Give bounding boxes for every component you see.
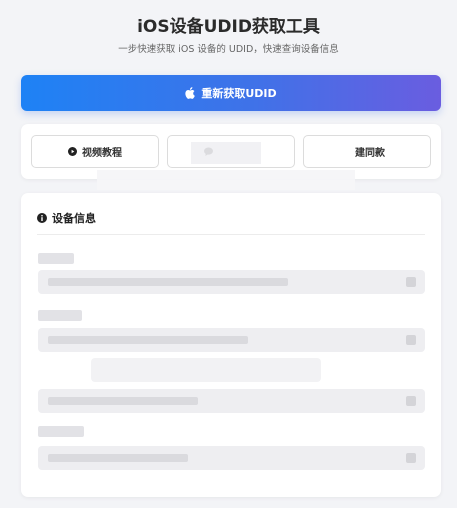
- field-value[interactable]: [38, 328, 425, 352]
- video-tutorial-button[interactable]: 视频教程: [31, 135, 159, 168]
- copy-icon[interactable]: [406, 396, 416, 406]
- field-value[interactable]: [38, 389, 425, 413]
- blur-overlay: [97, 170, 355, 190]
- field-label: [38, 253, 74, 264]
- device-info-heading: 设备信息: [37, 210, 96, 226]
- field-value: [91, 358, 321, 382]
- copy-icon[interactable]: [406, 453, 416, 463]
- play-circle-icon: [68, 147, 77, 156]
- video-tutorial-label: 视频教程: [82, 148, 122, 159]
- blur-overlay: [191, 142, 261, 164]
- redacted-text: [48, 336, 248, 344]
- divider: [37, 234, 425, 235]
- build-same-label: 建同款: [355, 148, 385, 159]
- copy-icon[interactable]: [406, 335, 416, 345]
- page-subtitle: 一步快速获取 iOS 设备的 UDID，快速查询设备信息: [118, 44, 339, 55]
- refetch-udid-label: 重新获取UDID: [201, 87, 277, 100]
- page-title: iOS设备UDID获取工具: [137, 17, 320, 37]
- field-label: [38, 310, 82, 321]
- apple-icon: [185, 87, 196, 99]
- build-same-button[interactable]: 建同款: [303, 135, 431, 168]
- field-value[interactable]: [38, 270, 425, 294]
- device-info-card: 设备信息: [21, 193, 441, 497]
- copy-icon[interactable]: [406, 277, 416, 287]
- refetch-udid-button[interactable]: 重新获取UDID: [21, 75, 441, 111]
- redacted-text: [48, 278, 288, 286]
- redacted-text: [48, 397, 198, 405]
- field-label: [38, 426, 84, 437]
- device-info-title: 设备信息: [52, 212, 96, 225]
- field-value[interactable]: [38, 446, 425, 470]
- info-circle-icon: [37, 213, 47, 223]
- actions-card: 视频教程 建同款: [21, 124, 441, 190]
- redacted-text: [48, 454, 188, 462]
